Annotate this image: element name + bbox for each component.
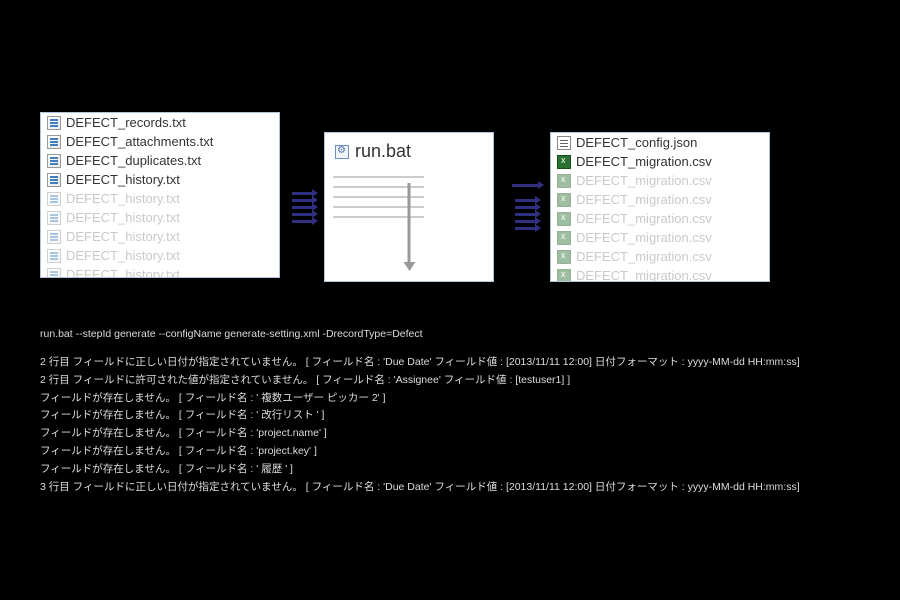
input-file-row-faded: DEFECT_history.txt [41,208,279,227]
csv-file-icon [557,155,571,169]
bat-file-icon [335,145,349,159]
file-name: DEFECT_history.txt [66,210,180,225]
file-name: DEFECT_migration.csv [576,211,712,226]
json-file-icon [557,136,571,150]
arrow-right-icon [292,220,312,223]
console-line: 2 行目 フィールドに正しい日付が指定されていません。 [ フィールド名 : '… [40,354,860,372]
output-file-row-faded: DEFECT_migration.csv [551,171,769,190]
output-file-row-faded: DEFECT_migration.csv [551,266,769,282]
input-file-row: DEFECT_duplicates.txt [41,151,279,170]
text-file-icon [47,268,61,279]
file-name: DEFECT_history.txt [66,172,180,187]
file-name: DEFECT_duplicates.txt [66,153,201,168]
file-name: DEFECT_attachments.txt [66,134,213,149]
arrow-right-icon [515,220,535,223]
file-name: DEFECT_history.txt [66,267,180,278]
console-line: フィールドが存在しません。 [ フィールド名 : 'project.key' ] [40,443,860,461]
file-name: DEFECT_migration.csv [576,268,712,282]
file-name: DEFECT_records.txt [66,115,186,130]
arrow-right-icon [292,213,312,216]
console-line: フィールドが存在しません。 [ フィールド名 : 'project.name' … [40,425,860,443]
file-name: DEFECT_migration.csv [576,154,712,169]
output-file-row: DEFECT_migration.csv [551,152,769,171]
file-name: DEFECT_migration.csv [576,249,712,264]
input-file-row-faded: DEFECT_history.txt [41,189,279,208]
file-name: DEFECT_history.txt [66,191,180,206]
arrow-right-icon [515,206,535,209]
arrow-right-icon [292,192,312,195]
arrow-right-icon [292,206,312,209]
arrow-down-icon [408,183,411,263]
csv-file-icon [557,231,571,245]
arrow-right-icon [515,227,535,230]
text-file-icon [47,249,61,263]
text-file-icon [47,116,61,130]
output-file-row-faded: DEFECT_migration.csv [551,247,769,266]
arrow-right-icon [292,199,312,202]
input-file-row: DEFECT_attachments.txt [41,132,279,151]
arrows-run-to-output [500,132,550,282]
csv-file-icon [557,193,571,207]
csv-file-icon [557,174,571,188]
console-line: フィールドが存在しません。 [ フィールド名 : ' 履歴 ' ] [40,461,860,479]
text-file-icon [47,230,61,244]
file-name: DEFECT_migration.csv [576,173,712,188]
file-name: DEFECT_config.json [576,135,697,150]
input-file-row: DEFECT_records.txt [41,113,279,132]
console-output: run.bat --stepId generate --configName g… [40,326,860,497]
text-file-icon [47,173,61,187]
arrow-right-icon [512,184,538,187]
arrow-right-icon [515,213,535,216]
run-bat-label: run.bat [355,141,411,162]
input-file-row-faded: DEFECT_history.txt [41,227,279,246]
arrows-input-to-run [280,132,324,282]
text-file-icon [47,135,61,149]
output-file-row-faded: DEFECT_migration.csv [551,190,769,209]
file-name: DEFECT_history.txt [66,229,180,244]
input-file-row-faded: DEFECT_history.txt [41,246,279,265]
output-file-row-faded: DEFECT_migration.csv [551,209,769,228]
migration-diagram: DEFECT_records.txt DEFECT_attachments.txt… [40,112,860,292]
text-file-icon [47,154,61,168]
file-name: DEFECT_migration.csv [576,230,712,245]
console-line: フィールドが存在しません。 [ フィールド名 : ' 複数ユーザー ピッカー 2… [40,390,860,408]
csv-file-icon [557,212,571,226]
text-file-icon [47,211,61,225]
csv-file-icon [557,250,571,264]
run-bat-box: run.bat [324,132,494,282]
console-command: run.bat --stepId generate --configName g… [40,326,860,344]
input-files-box: DEFECT_records.txt DEFECT_attachments.txt… [40,112,280,278]
output-file-row: DEFECT_config.json [551,133,769,152]
input-file-row-faded: DEFECT_history.txt [41,265,279,278]
file-name: DEFECT_history.txt [66,248,180,263]
file-name: DEFECT_migration.csv [576,192,712,207]
arrow-right-icon [515,199,535,202]
input-file-row: DEFECT_history.txt [41,170,279,189]
text-file-icon [47,192,61,206]
csv-file-icon [557,269,571,283]
console-line: フィールドが存在しません。 [ フィールド名 : ' 改行リスト ' ] [40,407,860,425]
console-line: 2 行目 フィールドに許可された値が指定されていません。 [ フィールド名 : … [40,372,860,390]
output-files-box: DEFECT_config.json DEFECT_migration.csv DE… [550,132,770,282]
console-line: 3 行目 フィールドに正しい日付が指定されていません。 [ フィールド名 : '… [40,479,860,497]
output-file-row-faded: DEFECT_migration.csv [551,228,769,247]
